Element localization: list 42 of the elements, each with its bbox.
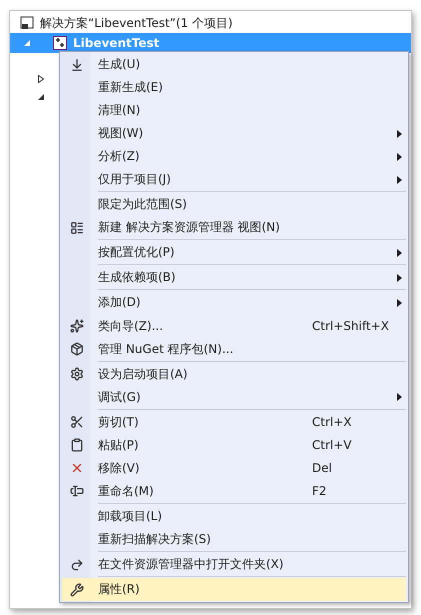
menu-item[interactable]: 按配置优化(P) <box>62 241 406 264</box>
menu-item[interactable]: 清理(N) <box>62 99 406 122</box>
project-icon <box>53 36 67 50</box>
menu-item[interactable]: 添加(D) <box>62 291 406 315</box>
shortcut-text: Ctrl+X <box>312 415 352 430</box>
menu-item[interactable]: 类向导(Z)... Ctrl+Shift+X <box>62 314 406 338</box>
shortcut-text: Del <box>312 461 332 476</box>
menu-item[interactable]: 重新扫描解决方案(S) <box>62 528 406 551</box>
solution-label[interactable]: 解决方案“LibeventTest”(1 个项目) <box>40 14 233 32</box>
menu-item[interactable]: 限定为此范围(S) <box>62 193 406 216</box>
wrench-icon <box>70 582 84 597</box>
menu-item[interactable]: 卸载项目(L) <box>62 504 406 528</box>
clipboard-icon <box>70 438 84 452</box>
menu-item[interactable]: 调试(G) <box>62 386 406 409</box>
window-list-icon <box>70 220 84 235</box>
menu-item[interactable]: 粘贴(P) Ctrl+V <box>62 434 406 457</box>
menu-item[interactable]: 重新生成(E) <box>62 76 406 100</box>
menu-item[interactable]: 生成(U) <box>62 53 406 76</box>
menu-item[interactable]: 设为启动项目(A) <box>62 362 406 386</box>
settings-icon <box>70 367 84 382</box>
menu-item[interactable]: 移除(V) Del <box>62 456 406 480</box>
shortcut-text: F2 <box>312 484 327 498</box>
expand-arrow-icon[interactable] <box>37 75 45 83</box>
shortcut-text: Ctrl+Shift+X <box>312 319 389 334</box>
menu-item[interactable]: 剪切(T) Ctrl+X <box>62 410 406 434</box>
menu-item[interactable]: 新建 解决方案资源管理器 视图(N) <box>62 216 406 240</box>
text-cursor-icon <box>70 484 84 498</box>
sparkles-icon <box>70 319 84 334</box>
scissors-icon <box>70 415 84 430</box>
shortcut-text: Ctrl+V <box>312 438 352 452</box>
menu-item[interactable]: 重命名(M) F2 <box>62 480 406 503</box>
menu-item[interactable]: 属性(R) <box>62 578 406 602</box>
solution-icon <box>20 16 34 30</box>
menu-item[interactable]: 分析(Z) <box>62 145 406 168</box>
menu-item[interactable]: 仅用于项目(J) <box>62 168 406 192</box>
expand-arrow-icon[interactable] <box>37 93 45 101</box>
package-icon <box>70 342 84 356</box>
menu-item[interactable]: 生成依赖项(B) <box>62 266 406 290</box>
menu-item[interactable]: 在文件资源管理器中打开文件夹(X) <box>62 552 406 576</box>
menu-item[interactable]: 视图(W) <box>62 122 406 146</box>
redo-arrow-icon <box>70 558 84 572</box>
menu-item[interactable]: 管理 NuGet 程序包(N)... <box>62 338 406 361</box>
